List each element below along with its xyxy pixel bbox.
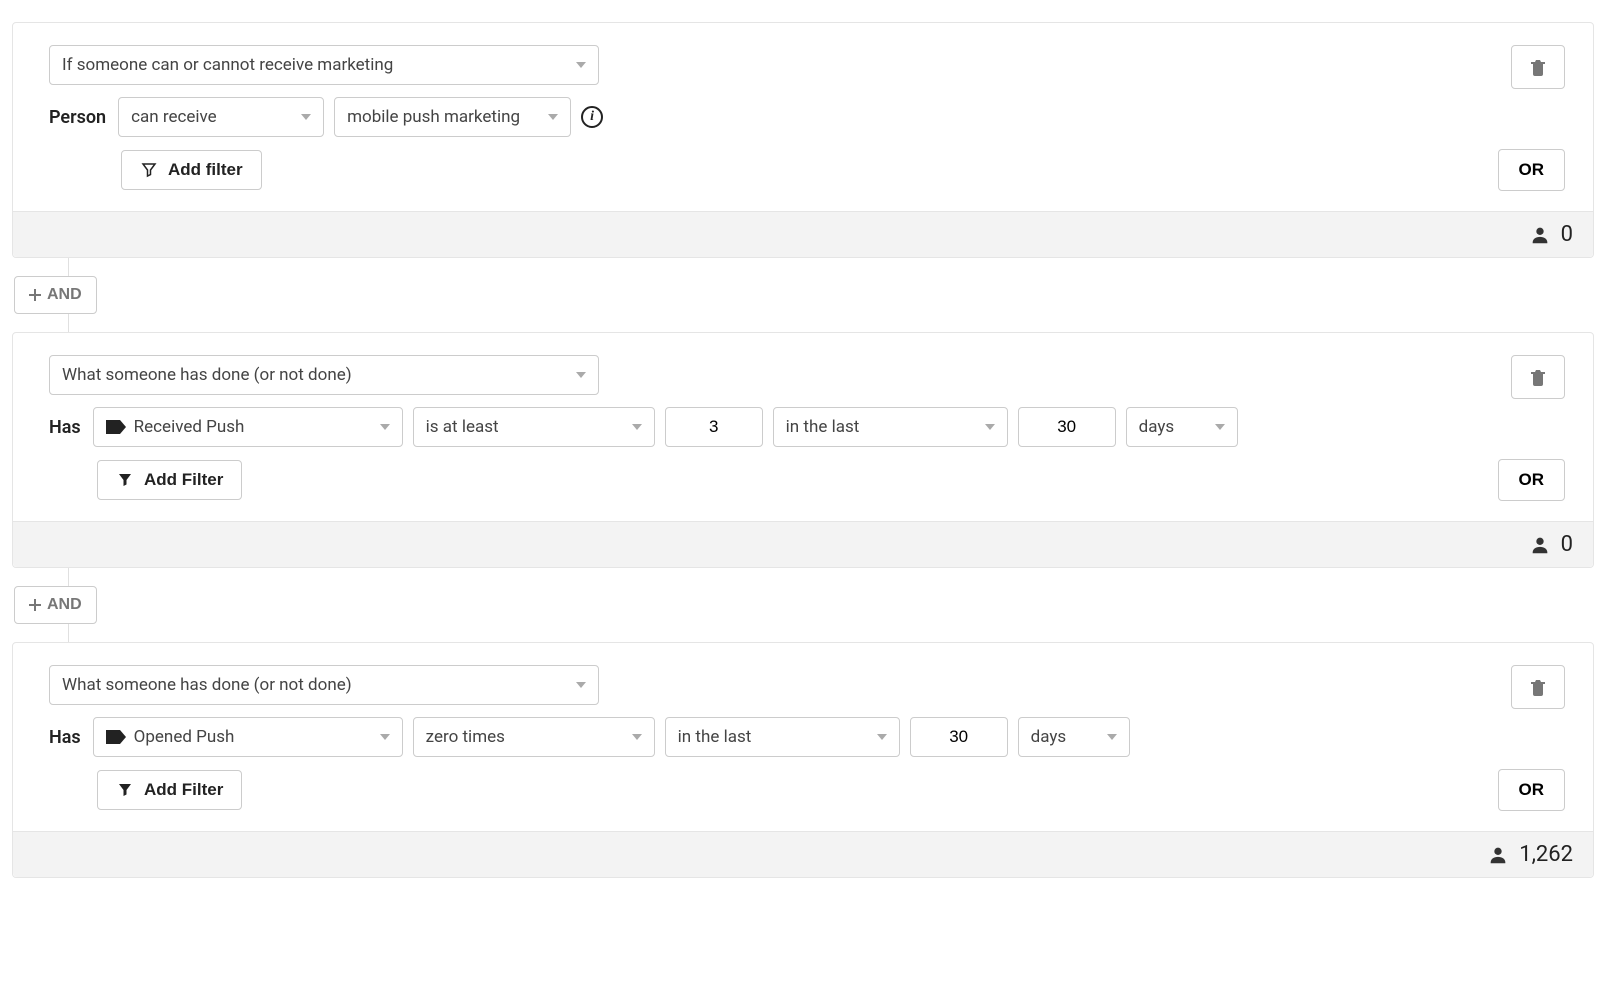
person-icon [1529,534,1551,556]
chevron-down-icon [576,62,586,68]
time-unit-value: days [1031,727,1067,747]
add-filter-label: Add Filter [144,780,223,800]
time-value-input[interactable] [910,717,1008,757]
timeframe-select[interactable]: in the last [665,717,900,757]
event-value: Received Push [134,417,245,437]
timeframe-value: in the last [678,727,752,747]
condition-block-3: What someone has done (or not done) Has … [12,642,1594,878]
count-value: 0 [1561,532,1573,557]
time-unit-value: days [1139,417,1175,437]
chevron-down-icon [380,424,390,430]
chevron-down-icon [632,424,642,430]
delete-button[interactable] [1511,355,1565,399]
add-filter-button[interactable]: Add filter [121,150,262,190]
filter-icon [140,161,158,179]
chevron-down-icon [632,734,642,740]
and-button[interactable]: AND [14,586,97,624]
chevron-down-icon [877,734,887,740]
time-unit-select[interactable]: days [1018,717,1130,757]
channel-value: mobile push marketing [347,107,520,127]
trash-icon [1530,368,1546,386]
consent-verb-select[interactable]: can receive [118,97,324,137]
condition-type-select[interactable]: If someone can or cannot receive marketi… [49,45,599,85]
chevron-down-icon [301,114,311,120]
time-unit-select[interactable]: days [1126,407,1238,447]
filter-icon [116,781,134,799]
chevron-down-icon [985,424,995,430]
comparator-select[interactable]: zero times [413,717,655,757]
condition-block-2: What someone has done (or not done) Has … [12,332,1594,568]
event-value: Opened Push [134,727,235,747]
add-filter-button[interactable]: Add Filter [97,460,242,500]
chevron-down-icon [576,372,586,378]
consent-verb-value: can receive [131,107,217,127]
comparator-select[interactable]: is at least [413,407,655,447]
has-label: Has [49,727,81,748]
person-icon [1529,224,1551,246]
condition-type-select[interactable]: What someone has done (or not done) [49,355,599,395]
condition-type-label: What someone has done (or not done) [62,365,352,385]
timeframe-value: in the last [786,417,860,437]
person-label: Person [49,107,106,128]
delete-button[interactable] [1511,665,1565,709]
or-button[interactable]: OR [1498,459,1566,501]
or-button[interactable]: OR [1498,769,1566,811]
condition-type-select[interactable]: What someone has done (or not done) [49,665,599,705]
chevron-down-icon [1107,734,1117,740]
has-label: Has [49,417,81,438]
add-filter-label: Add filter [168,160,243,180]
timeframe-select[interactable]: in the last [773,407,1008,447]
chevron-down-icon [1215,424,1225,430]
chevron-down-icon [576,682,586,688]
tag-icon [106,420,126,434]
filter-icon [116,471,134,489]
add-filter-button[interactable]: Add Filter [97,770,242,810]
condition-type-label: If someone can or cannot receive marketi… [62,55,393,75]
block-footer: 1,262 [13,831,1593,877]
comparator-value: zero times [426,727,505,747]
or-button[interactable]: OR [1498,149,1566,191]
delete-button[interactable] [1511,45,1565,89]
block-footer: 0 [13,521,1593,567]
event-select[interactable]: Received Push [93,407,403,447]
count-input[interactable] [665,407,763,447]
count-value: 0 [1561,222,1573,247]
plus-icon [29,599,41,611]
channel-select[interactable]: mobile push marketing [334,97,571,137]
event-select[interactable]: Opened Push [93,717,403,757]
condition-type-label: What someone has done (or not done) [62,675,352,695]
chevron-down-icon [380,734,390,740]
person-icon [1487,844,1509,866]
plus-icon [29,289,41,301]
comparator-value: is at least [426,417,499,437]
condition-block-1: If someone can or cannot receive marketi… [12,22,1594,258]
tag-icon [106,730,126,744]
time-value-input[interactable] [1018,407,1116,447]
and-button[interactable]: AND [14,276,97,314]
trash-icon [1530,58,1546,76]
chevron-down-icon [548,114,558,120]
count-value: 1,262 [1519,842,1573,867]
block-footer: 0 [13,211,1593,257]
trash-icon [1530,678,1546,696]
add-filter-label: Add Filter [144,470,223,490]
info-icon[interactable]: i [581,106,603,128]
